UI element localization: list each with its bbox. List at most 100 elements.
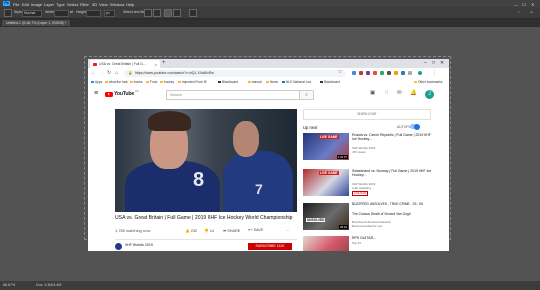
bookmark-label: what the fuck [109,80,128,84]
omnibox[interactable]: 🔒 https://www.youtube.com/watch?v=bQ1-X0… [124,69,346,77]
extension-icon[interactable] [373,71,377,75]
menu-view[interactable]: View [99,2,108,7]
save-button[interactable]: ≡+ SAVE [248,228,263,232]
reload-icon[interactable]: ↻ [107,70,111,76]
subscribe-button[interactable]: SUBSCRIBE 112K [248,243,292,250]
recommendation-item[interactable]: RPS GUITAR... Top 10 [303,236,433,251]
menu-type[interactable]: Type [56,2,65,7]
style-select[interactable]: Normal [22,9,42,17]
show-chat-button[interactable]: SHOW CHAT [303,109,431,120]
extension-icon[interactable] [359,71,363,75]
search-input[interactable]: Search [166,89,300,100]
browser-maximize-icon[interactable]: □ [432,60,435,66]
extension-icon[interactable] [380,71,384,75]
browser-menu-icon[interactable]: ⋮ [432,70,437,76]
status-info[interactable]: Doc: 3.3M/4.4M [36,283,61,287]
bookmark-link[interactable]: Blackboard [320,80,340,84]
extension-icon[interactable] [408,71,412,75]
nle-icon [282,80,285,84]
extension-icon[interactable] [401,71,405,75]
bookmark-folder[interactable]: News [266,80,278,84]
channel-row: IIHF Worlds 2019 SUBSCRIBE 112K [115,239,297,251]
menu-file[interactable]: File [13,2,19,7]
menu-edit[interactable]: Edit [22,2,29,7]
like-button[interactable]: 👍 232 [185,228,197,233]
menu-image[interactable]: Image [31,2,42,7]
grid-icon[interactable] [144,9,152,17]
workspace-icon[interactable]: ▭ [530,10,533,14]
width-input[interactable] [54,9,69,17]
back-icon[interactable]: ← [91,70,96,76]
recommendation-views: Recommended for you [352,224,383,228]
apps-icon [91,80,94,84]
autoplay-toggle[interactable] [410,123,420,130]
share-button[interactable]: ➦ SHARE [223,228,240,233]
menu-filter[interactable]: Filter [80,2,89,7]
extension-icon[interactable] [352,71,356,75]
more-button[interactable]: ... [286,228,289,232]
menu-window[interactable]: Window [110,2,124,7]
photoshop-logo-icon[interactable]: Ps [3,1,10,6]
messages-icon[interactable]: ✉ [397,90,402,96]
bookmark-apps[interactable]: Apps [91,80,102,84]
bookmark-folder[interactable]: Imported From IE [178,80,207,84]
extension-icon[interactable] [394,71,398,75]
profile-icon[interactable] [418,71,422,75]
url-text[interactable]: https://www.youtube.com/watch?v=bQ1-X0aW… [135,71,214,75]
rotate-icon[interactable] [189,9,197,17]
bookmark-link[interactable]: Blackboard [218,80,238,84]
notifications-icon[interactable]: 🔔 [410,90,417,96]
video-player[interactable]: 8 7 [115,109,297,212]
search-icon[interactable]: ⌕ [518,10,520,14]
extension-icon[interactable] [366,71,370,75]
bookmark-folder[interactable]: books [130,80,143,84]
settings-icon[interactable] [153,9,161,17]
youtube-logo-icon[interactable] [105,91,113,97]
home-icon[interactable]: ⌂ [115,70,118,76]
bookmark-folder[interactable]: Food [146,80,157,84]
channel-avatar[interactable] [115,243,122,250]
status-zoom[interactable]: 66.67% [3,283,15,287]
dislike-button[interactable]: 👎 14 [204,228,214,233]
menu-3d[interactable]: 3D [92,2,97,7]
menu-layer[interactable]: Layer [44,2,54,7]
jersey-number: 7 [255,181,263,197]
browser-close-icon[interactable]: ✕ [440,60,444,66]
close-icon[interactable]: ✕ [531,2,534,7]
apps-grid-icon[interactable]: ⁙ [384,90,389,96]
bookmark-other[interactable]: Other bookmarks [414,80,442,84]
extension-icon[interactable] [387,71,391,75]
browser-minimize-icon[interactable]: – [424,60,427,66]
document-tab[interactable]: Untitled-1 @ 66.7% (Layer 1, RGB/8) * [2,20,71,26]
bookmark-folder[interactable]: annual [248,80,262,84]
bookmark-link[interactable]: NLE National Lea [282,80,311,84]
menu-select[interactable]: Select [67,2,78,7]
search-button[interactable]: ⌕ [299,89,314,100]
bookmark-folder[interactable]: what the fuck [105,80,128,84]
recommendation-item[interactable]: LIVE GAME Switzerland vs. Norway | Full … [303,169,433,201]
maximize-icon[interactable]: ☐ [522,2,526,7]
browser-tab-active[interactable]: USA vs. Great Britain | Full G... × [90,60,160,68]
create-video-icon[interactable]: ▣ [370,90,375,96]
marquee-tool-icon[interactable] [4,9,12,17]
tool-preset-icon[interactable] [164,9,172,17]
height-input[interactable] [86,9,101,17]
tab-close-icon[interactable]: × [155,62,157,67]
feather-input[interactable]: px [104,9,115,17]
hamburger-menu-icon[interactable]: ≡ [94,90,98,97]
forward-icon[interactable]: → [99,70,104,76]
grab-icon[interactable] [173,9,181,17]
recommendation-item[interactable]: UNSOLVED 28:02 BUZZFEED UNSOLVED - TRUE … [303,202,433,235]
recommendation-title: RPS GUITAR... [352,236,377,240]
menu-help[interactable]: Help [126,2,134,7]
swap-icon[interactable]: ⇄ [70,10,73,14]
recommendation-item[interactable]: LIVE GAME 2:34:37 Russia vs. Czech Repub… [303,133,433,165]
new-tab-icon[interactable]: + [162,60,166,66]
minimize-icon[interactable]: — [514,2,518,7]
youtube-brand[interactable]: YouTube [114,91,134,97]
bookmark-star-icon[interactable]: ☆ [338,70,342,75]
tab-title: USA vs. Great Britain | Full G... [99,62,146,66]
bookmark-folder[interactable]: hockey [160,80,174,84]
channel-name[interactable]: IIHF Worlds 2019 [125,243,153,247]
avatar[interactable]: J [425,89,434,99]
